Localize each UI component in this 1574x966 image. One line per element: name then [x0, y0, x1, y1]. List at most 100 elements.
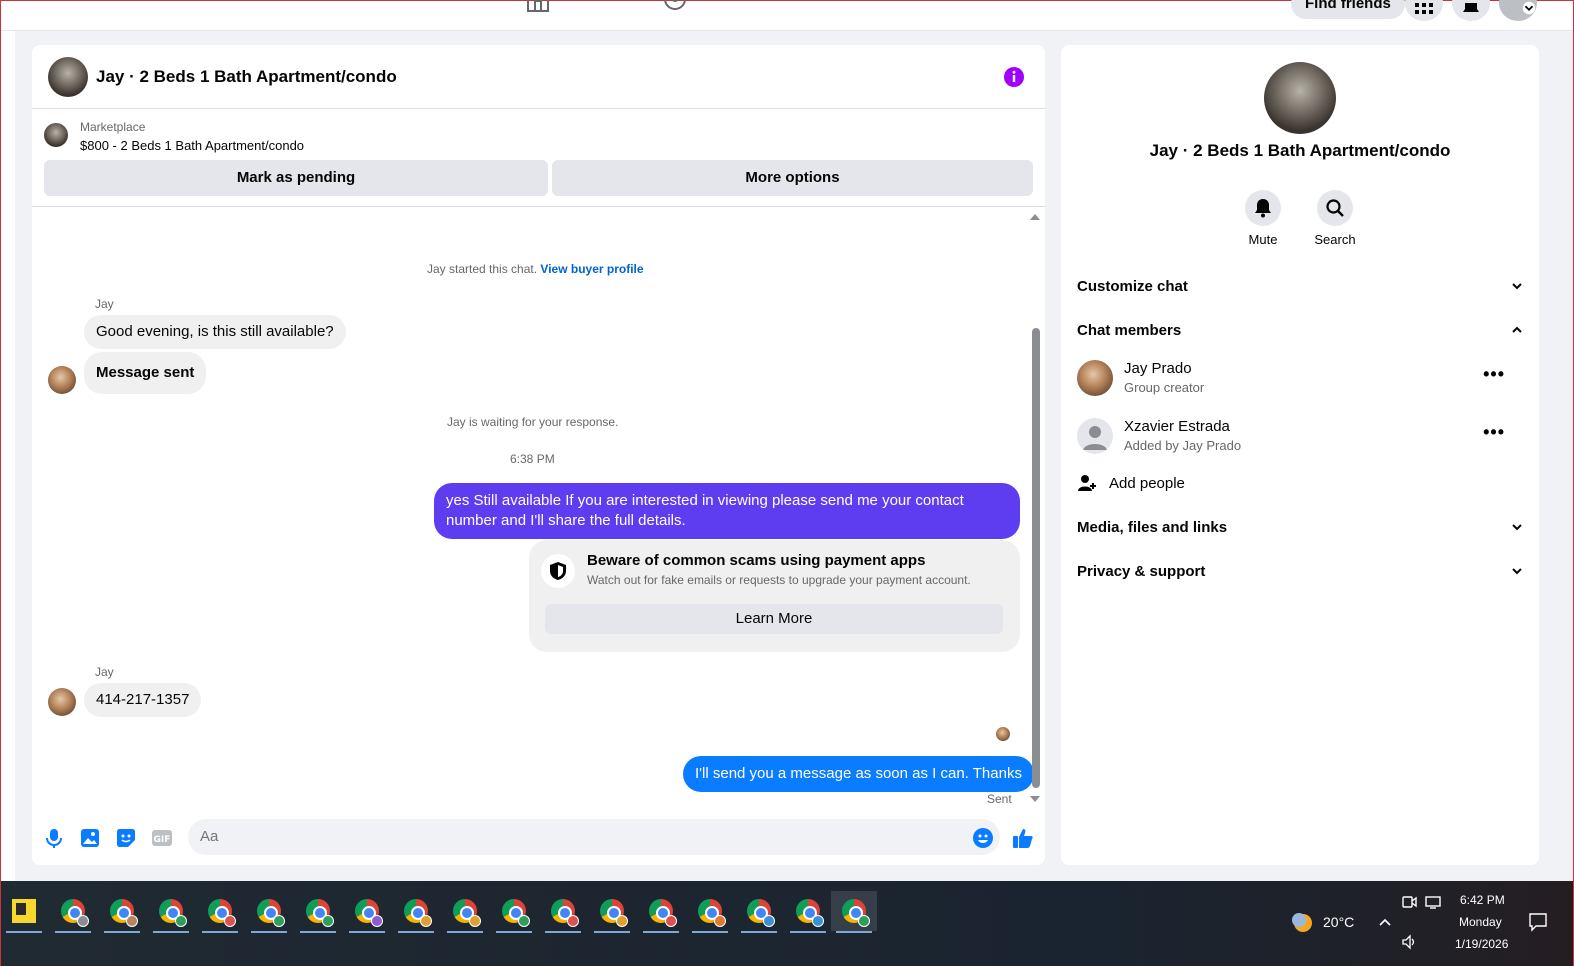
groups-icon[interactable]: [662, 0, 688, 13]
chrome-window[interactable]: [592, 891, 632, 933]
chevron-down-icon: [1512, 283, 1522, 290]
notifications-button[interactable]: [1452, 0, 1490, 21]
chat-scrollbar[interactable]: [1030, 208, 1044, 808]
chrome-icon: [842, 899, 870, 927]
add-person-icon: [1078, 475, 1096, 491]
incoming-message[interactable]: Message sent: [84, 352, 207, 394]
chrome-icon: [159, 899, 187, 927]
chat-header: Jay · 2 Beds 1 Bath Apartment/condo: [32, 45, 1045, 109]
chrome-window[interactable]: [102, 891, 142, 933]
incoming-message[interactable]: Good evening, is this still available?: [84, 315, 346, 349]
svg-text:GIF: GIF: [154, 835, 171, 845]
chat-panel: Jay · 2 Beds 1 Bath Apartment/condo Mark…: [32, 45, 1045, 865]
search-icon: [1317, 190, 1353, 226]
clock-date[interactable]: 1/19/2026: [1455, 937, 1508, 951]
chrome-window-active[interactable]: [831, 891, 877, 933]
scam-warning-description: Watch out for fake emails or requests to…: [587, 573, 971, 587]
scroll-thumb[interactable]: [1032, 328, 1040, 788]
chrome-window[interactable]: [249, 891, 289, 933]
more-options-icon[interactable]: •••: [1483, 364, 1505, 385]
weather-temperature[interactable]: 20°C: [1323, 914, 1354, 930]
mute-label: Mute: [1248, 232, 1278, 247]
more-options-icon[interactable]: •••: [1483, 422, 1505, 443]
chat-members-section[interactable]: Chat members: [1077, 316, 1523, 344]
marketplace-icon[interactable]: [525, 0, 551, 13]
chrome-window[interactable]: [690, 891, 730, 933]
chrome-window[interactable]: [53, 891, 93, 933]
privacy-support-section[interactable]: Privacy & support: [1077, 557, 1523, 585]
mute-action[interactable]: Mute: [1233, 190, 1293, 247]
more-options-button[interactable]: More options: [552, 160, 1033, 196]
member-avatar[interactable]: [1077, 360, 1113, 396]
chat-avatar[interactable]: [48, 56, 88, 97]
sender-name: Jay: [95, 665, 114, 679]
microphone-icon[interactable]: [43, 827, 65, 849]
chrome-window[interactable]: [445, 891, 485, 933]
account-button[interactable]: [1499, 0, 1537, 21]
info-icon[interactable]: [1004, 67, 1024, 87]
chrome-window[interactable]: [200, 891, 240, 933]
chrome-window[interactable]: [298, 891, 338, 933]
chrome-icon: [453, 899, 481, 927]
listing-thumbnail[interactable]: [44, 123, 68, 147]
member-name: Xzavier Estrada: [1124, 418, 1230, 435]
customize-chat-section[interactable]: Customize chat: [1077, 272, 1523, 300]
clock-day[interactable]: Monday: [1459, 915, 1502, 929]
chevron-down-icon: [1522, 1, 1536, 15]
add-people-button[interactable]: Add people: [1077, 469, 1523, 497]
media-files-section[interactable]: Media, files and links: [1077, 513, 1523, 541]
sticky-notes-app[interactable]: [4, 891, 44, 933]
search-label: Search: [1314, 232, 1356, 247]
chrome-window[interactable]: [739, 891, 779, 933]
chrome-icon: [698, 899, 726, 927]
clock-time[interactable]: 6:42 PM: [1460, 893, 1505, 907]
chrome-icon: [502, 899, 530, 927]
chat-member-row[interactable]: Xzavier Estrada Added by Jay Prado •••: [1077, 412, 1523, 460]
windows-taskbar: 20°C 6:42 PM Monday 1/19/2026: [1, 881, 1573, 966]
mark-as-pending-button[interactable]: Mark as pending: [44, 160, 548, 196]
scroll-up-icon[interactable]: [1030, 214, 1040, 220]
default-avatar-icon[interactable]: [1077, 418, 1113, 454]
weather-icon[interactable]: [1291, 910, 1315, 934]
page-scrollbar[interactable]: [1553, 31, 1573, 881]
chrome-window[interactable]: [641, 891, 681, 933]
incoming-message[interactable]: 414-217-1357: [84, 683, 202, 717]
sent-status: Sent: [987, 792, 1012, 806]
sender-avatar[interactable]: [48, 366, 76, 394]
message-input[interactable]: [188, 819, 1000, 855]
chrome-window[interactable]: [396, 891, 436, 933]
chevron-up-icon[interactable]: [1378, 917, 1392, 927]
chat-title[interactable]: Jay · 2 Beds 1 Bath Apartment/condo: [96, 67, 397, 87]
thumbs-up-icon[interactable]: [1012, 827, 1034, 849]
chrome-window[interactable]: [788, 891, 828, 933]
conversation-avatar[interactable]: [1264, 62, 1336, 134]
notification-center-icon[interactable]: [1528, 912, 1548, 932]
chat-member-row[interactable]: Jay Prado Group creator •••: [1077, 354, 1523, 402]
seen-avatar: [996, 727, 1010, 741]
customize-chat-label: Customize chat: [1077, 277, 1188, 295]
search-action[interactable]: Search: [1305, 190, 1365, 247]
outgoing-message[interactable]: yes Still available If you are intereste…: [434, 483, 1020, 539]
listing-title[interactable]: $800 - 2 Beds 1 Bath Apartment/condo: [80, 138, 304, 153]
camera-icon[interactable]: [1401, 894, 1417, 910]
find-friends-button[interactable]: Find friends: [1291, 0, 1405, 19]
media-files-label: Media, files and links: [1077, 518, 1228, 536]
network-icon[interactable]: [1425, 894, 1441, 910]
volume-icon[interactable]: [1401, 934, 1417, 950]
emoji-icon[interactable]: [972, 827, 994, 849]
view-buyer-profile-link[interactable]: View buyer profile: [540, 262, 643, 276]
chrome-icon: [747, 899, 775, 927]
photo-icon[interactable]: [79, 827, 101, 849]
sticker-icon[interactable]: [115, 827, 137, 849]
chrome-window[interactable]: [151, 891, 191, 933]
scroll-down-icon[interactable]: [1030, 796, 1040, 802]
outgoing-message[interactable]: I'll send you a message as soon as I can…: [683, 756, 1034, 792]
gif-icon[interactable]: GIF: [151, 827, 173, 849]
chrome-icon: [208, 899, 236, 927]
chrome-window[interactable]: [347, 891, 387, 933]
chrome-window[interactable]: [494, 891, 534, 933]
menu-button[interactable]: [1405, 0, 1443, 21]
learn-more-button[interactable]: Learn More: [545, 604, 1003, 634]
sender-avatar[interactable]: [48, 688, 76, 716]
chrome-window[interactable]: [543, 891, 583, 933]
